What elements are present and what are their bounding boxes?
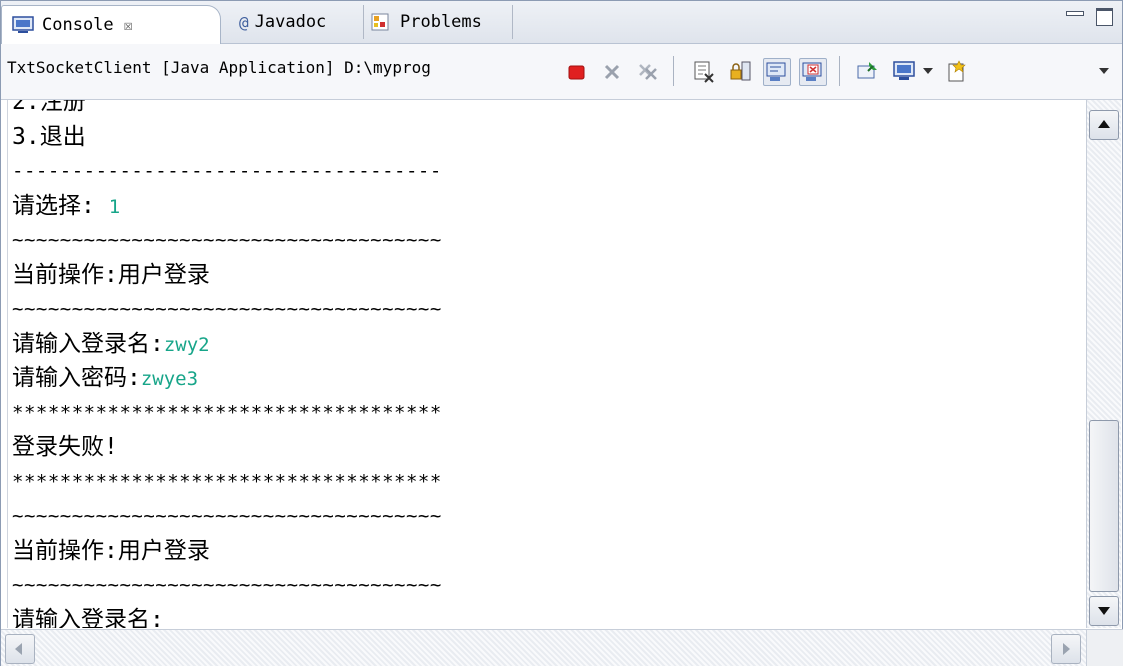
console-line: 当前操作:用户登录 (12, 537, 210, 564)
process-label: TxtSocketClient [Java Application] D:\my… (7, 58, 431, 77)
console-separator-line: ************************************ (12, 470, 442, 493)
show-console-on-output-icon[interactable] (763, 58, 791, 86)
console-view: Console ☒ @ Javadoc Problems TxtSocketCl… (0, 0, 1123, 666)
scroll-left-button[interactable] (5, 634, 35, 664)
scroll-lock-icon[interactable] (727, 58, 753, 84)
console-line: 请输入登录名:zwy2 (12, 330, 210, 357)
tab-console[interactable]: Console ☒ (1, 5, 221, 44)
console-line: 登录失败! (12, 434, 118, 460)
remove-all-terminated-icon[interactable] (635, 58, 661, 84)
console-line: 当前操作:用户登录 (12, 261, 210, 288)
view-tab-bar: Console ☒ @ Javadoc Problems (1, 1, 1122, 44)
tab-console-label: Console (42, 15, 114, 35)
console-separator-line: ************************************ (12, 401, 442, 424)
console-line: 2.注册 (12, 100, 86, 115)
tab-javadoc[interactable]: @ Javadoc (231, 5, 359, 39)
console-line: 请输入密码:zwye3 (12, 365, 199, 391)
console-output[interactable]: 2.注册 3.退出 ------------------------------… (7, 100, 1086, 628)
show-console-on-error-icon[interactable] (799, 58, 827, 86)
view-window-controls (1064, 7, 1114, 26)
terminate-icon[interactable] (563, 58, 589, 84)
console-line: 请输入登录名: (12, 606, 164, 629)
at-icon: @ (239, 13, 249, 32)
scroll-right-button[interactable] (1051, 634, 1081, 664)
display-selected-console-icon[interactable] (891, 58, 917, 84)
minimize-icon[interactable] (1064, 7, 1084, 23)
vertical-scroll-thumb[interactable] (1089, 420, 1119, 592)
toolbar-separator (673, 56, 674, 86)
pin-console-icon[interactable] (855, 58, 881, 84)
problems-icon (371, 13, 389, 31)
scroll-up-button[interactable] (1089, 110, 1119, 140)
maximize-icon[interactable] (1094, 7, 1114, 26)
open-console-icon[interactable] (945, 58, 971, 84)
console-line: 请选择: 1 (12, 192, 121, 219)
clear-console-icon[interactable] (691, 58, 717, 84)
tab-problems[interactable]: Problems (363, 5, 513, 39)
scroll-down-button[interactable] (1089, 596, 1119, 626)
tab-javadoc-label: Javadoc (254, 12, 327, 32)
vertical-scrollbar[interactable] (1086, 100, 1121, 628)
console-separator-line: ~~~~~~~~~~~~~~~~~~~~~~~~~~~~~~~~~~~~ (12, 229, 442, 251)
console-separator-line: ------------------------------------ (12, 160, 442, 182)
user-input-text: zwy2 (163, 333, 210, 356)
tab-problems-label: Problems (400, 12, 482, 32)
remove-launch-icon[interactable] (599, 58, 625, 84)
console-separator-line: ~~~~~~~~~~~~~~~~~~~~~~~~~~~~~~~~~~~~ (12, 505, 442, 527)
horizontal-scrollbar[interactable] (1, 629, 1122, 666)
user-input-text: 1 (108, 195, 121, 218)
console-line: 3.退出 (12, 123, 86, 150)
user-input-text: zwye3 (140, 368, 199, 390)
console-separator-line: ~~~~~~~~~~~~~~~~~~~~~~~~~~~~~~~~~~~~ (12, 574, 442, 596)
scrollbar-corner (1086, 629, 1123, 666)
chevron-down-icon[interactable] (1099, 68, 1109, 74)
console-separator-line: ~~~~~~~~~~~~~~~~~~~~~~~~~~~~~~~~~~~~ (12, 298, 442, 320)
console-toolbar: TxtSocketClient [Java Application] D:\my… (1, 44, 1122, 100)
toolbar-separator (839, 56, 840, 86)
console-icon (12, 16, 34, 33)
chevron-down-icon[interactable] (923, 68, 933, 74)
close-icon[interactable]: ☒ (124, 16, 133, 34)
